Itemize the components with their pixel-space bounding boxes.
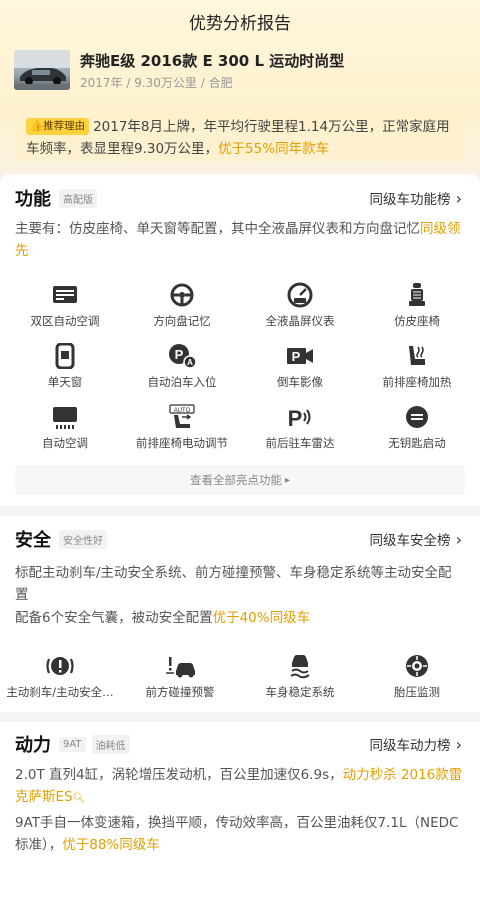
safety-item[interactable]: 胎压监测 xyxy=(357,653,477,711)
car-summary[interactable]: 奔驰E级 2016款 E 300 L 运动时尚型 2017年 / 9.30万公里… xyxy=(14,50,466,96)
parking-radar-icon: P xyxy=(288,406,311,430)
svg-text:AUTO: AUTO xyxy=(174,408,191,414)
feature-item[interactable]: 自动空调 xyxy=(5,404,125,462)
search-icon[interactable]: 🔍︎ xyxy=(73,793,86,804)
safety-desc-passive: 配备6个安全气囊，被动安全配置优于40%同级车 xyxy=(15,610,311,626)
page-header: 优势分析报告 xyxy=(0,0,480,42)
feature-item[interactable]: 全液晶屏仪表 xyxy=(240,282,360,340)
stability-control-icon xyxy=(290,655,310,679)
power-desc-engine: 2.0T 直列4缸，涡轮增压发动机，百公里加速仅6.9s，动力秒杀 2016款雷… xyxy=(15,767,463,805)
page-title: 优势分析报告 xyxy=(189,13,291,34)
svg-text:P: P xyxy=(175,347,184,362)
power-desc-transmission: 9AT手自一体变速箱，换挡平顺，传动效率高，百公里油耗仅7.1L（NEDC标准）… xyxy=(15,815,459,853)
recommend-reason: 👍推荐理由 2017年8月上牌，年平均行驶里程1.14万公里，正常家庭用车频率，表… xyxy=(14,110,466,162)
car-name: 奔驰E级 2016款 E 300 L 运动时尚型 xyxy=(80,52,345,70)
features-desc: 主要有：仿皮座椅、单天窗等配置，其中全液晶屏仪表和方向盘记忆同级领先 xyxy=(15,221,461,259)
features-title: 功能 xyxy=(15,189,51,210)
feature-item[interactable]: 无钥匙启动 xyxy=(357,404,477,462)
feature-item[interactable]: AUTO 前排座椅电动调节 xyxy=(122,404,242,462)
feature-item[interactable]: 前排座椅加热 xyxy=(357,343,477,401)
safety-title: 安全 xyxy=(15,530,51,551)
dual-zone-ac-icon xyxy=(53,286,77,303)
recommend-highlight: 优于55%同年款车 xyxy=(218,141,330,157)
svg-text:P: P xyxy=(288,406,303,430)
reverse-camera-icon: P xyxy=(287,348,313,364)
power-card: 动力 9AT 油耗低 同级车动力榜 2.0T 直列4缸，涡轮增压发动机，百公里加… xyxy=(0,722,480,911)
feature-item[interactable]: 双区自动空调 xyxy=(5,282,125,340)
safety-item[interactable]: 主动刹车/主动安全… xyxy=(0,653,120,711)
power-title: 动力 xyxy=(15,735,51,756)
recommend-badge: 👍推荐理由 xyxy=(26,118,90,135)
auto-parking-icon: PA xyxy=(169,344,197,369)
power-tag-transmission: 9AT xyxy=(59,736,86,752)
safety-card: 安全 安全性好 同级车安全榜 标配主动刹车/主动安全系统、前方碰撞预警、车身稳定… xyxy=(0,516,480,712)
seat-heating-icon xyxy=(409,346,425,365)
keyless-start-icon xyxy=(406,406,428,428)
feature-item[interactable]: 单天窗 xyxy=(5,343,125,401)
leather-seat-icon xyxy=(409,283,425,306)
power-rank-link[interactable]: 同级车动力榜 xyxy=(370,734,462,754)
tire-pressure-icon xyxy=(406,655,428,677)
safety-item[interactable]: 车身稳定系统 xyxy=(240,653,360,711)
features-card: 功能 高配版 同级车功能榜 主要有：仿皮座椅、单天窗等配置，其中全液晶屏仪表和方… xyxy=(0,174,480,506)
svg-text:P: P xyxy=(292,349,301,364)
features-tag: 高配版 xyxy=(59,188,97,208)
car-meta: 2017年 / 9.30万公里 / 合肥 xyxy=(80,76,233,90)
collision-warning-icon xyxy=(166,657,195,678)
view-all-features-button[interactable]: 查看全部亮点功能 xyxy=(15,465,465,495)
section-divider xyxy=(0,712,480,722)
lcd-gauge-icon xyxy=(287,282,313,308)
active-brake-icon xyxy=(46,657,74,675)
power-seat-icon: AUTO xyxy=(169,404,195,428)
safety-rank-link[interactable]: 同级车安全榜 xyxy=(370,529,462,549)
sunroof-icon xyxy=(55,343,75,369)
features-rank-link[interactable]: 同级车功能榜 xyxy=(370,188,462,208)
car-thumbnail xyxy=(14,50,70,90)
feature-item[interactable]: PA 自动泊车入位 xyxy=(122,343,242,401)
feature-item[interactable]: P 前后驻车雷达 xyxy=(240,404,360,462)
auto-ac-icon xyxy=(53,407,77,429)
section-divider xyxy=(0,506,480,516)
power-tag-fuel: 油耗低 xyxy=(91,734,130,754)
steering-wheel-icon xyxy=(170,283,194,307)
svg-text:A: A xyxy=(187,358,193,367)
safety-desc-active: 标配主动刹车/主动安全系统、前方碰撞预警、车身稳定系统等主动安全配置 xyxy=(15,565,452,603)
feature-item[interactable]: 方向盘记忆 xyxy=(122,282,242,340)
safety-tag: 安全性好 xyxy=(59,529,107,549)
feature-item[interactable]: P 倒车影像 xyxy=(240,343,360,401)
safety-item[interactable]: 前方碰撞预警 xyxy=(120,653,240,711)
feature-item[interactable]: 仿皮座椅 xyxy=(357,282,477,340)
